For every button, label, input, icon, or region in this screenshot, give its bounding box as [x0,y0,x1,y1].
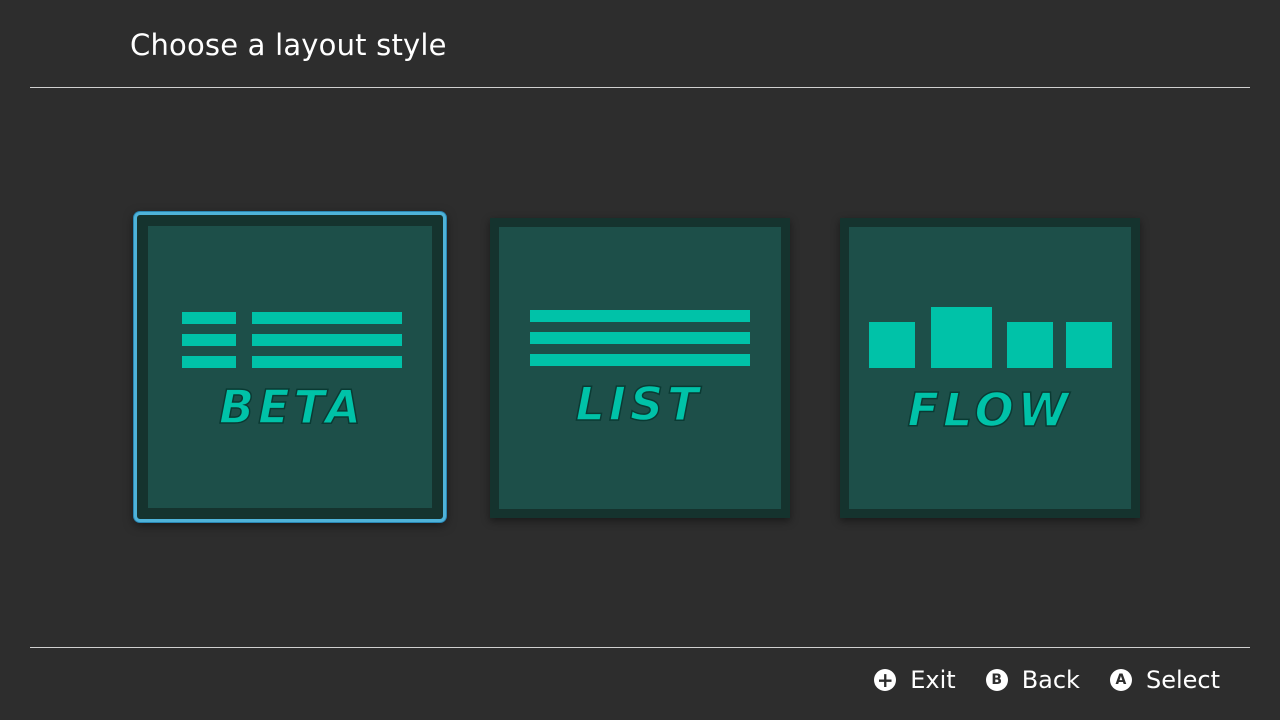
button-hints-bar: + Exit B Back A Select [844,666,1220,694]
a-button-icon: A [1109,669,1132,691]
layout-option-label: FLOW [908,383,1073,437]
footer-divider [30,647,1250,648]
beta-icon-bar [182,334,236,346]
beta-icon-bar [252,356,402,368]
plus-button-icon: + [874,669,897,691]
layout-option-label: LIST [576,377,703,431]
layout-option-beta-panel: BETA [148,226,432,508]
flow-icon-tile [931,307,992,368]
layout-option-flow[interactable]: FLOW [840,218,1140,518]
layout-option-list-panel: LIST [499,227,781,509]
layout-option-flow-panel: FLOW [849,227,1131,509]
layout-option-beta[interactable]: BETA [134,212,446,522]
flow-layout-icon: FLOW [869,307,1112,438]
select-hint[interactable]: A Select [1109,666,1220,694]
flow-icon-tile [869,322,915,368]
flow-icon-tile [1007,322,1053,368]
list-layout-icon: LIST [530,310,750,432]
layout-picker-screen: Choose a layout style BETA LIST FLOW + E… [0,0,1280,720]
beta-icon-bar [182,312,236,324]
beta-icon-bar [182,356,236,368]
b-button-icon: B [985,669,1008,691]
select-label: Select [1145,666,1220,694]
layout-option-label: BETA [219,380,365,434]
list-icon-bar [530,332,750,344]
flow-icon-tile [1066,322,1112,368]
beta-layout-icon: BETA [182,312,402,435]
header-divider [30,87,1250,88]
back-label: Back [1021,666,1080,694]
page-title: Choose a layout style [130,28,447,62]
list-icon-bar [530,354,750,366]
layout-option-list[interactable]: LIST [490,218,790,518]
exit-hint[interactable]: + Exit [874,666,956,694]
list-icon-bar [530,310,750,322]
beta-icon-bar [252,312,402,324]
exit-label: Exit [910,666,956,694]
beta-icon-bar [252,334,402,346]
back-hint[interactable]: B Back [985,666,1080,694]
